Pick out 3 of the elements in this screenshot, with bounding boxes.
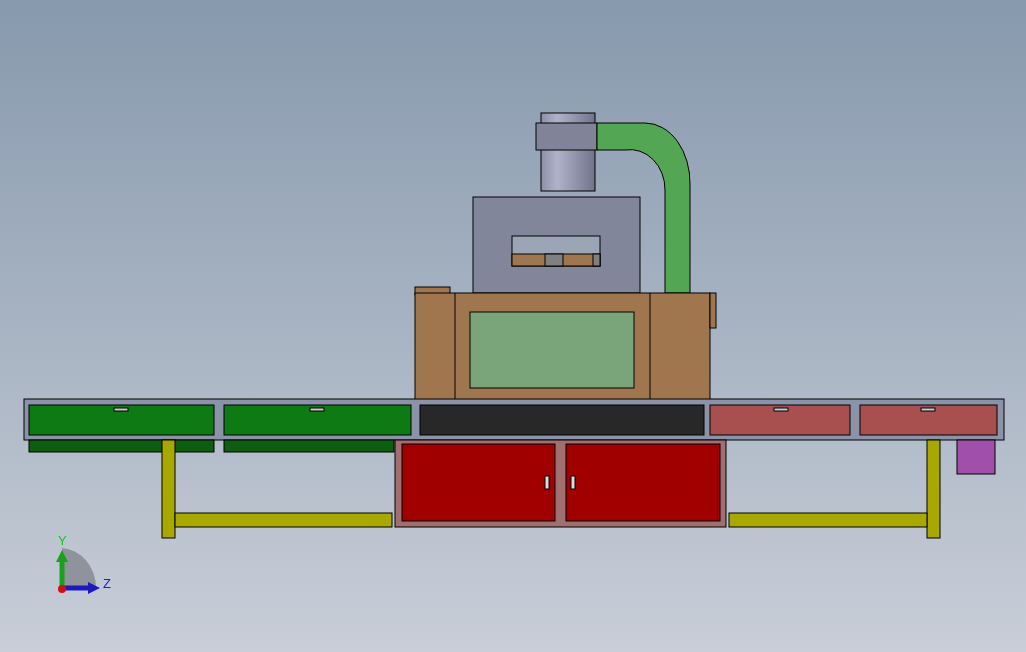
axis-label: Z <box>103 576 111 591</box>
axis-label: Y <box>58 533 67 548</box>
axis-triad-icon <box>56 548 100 594</box>
